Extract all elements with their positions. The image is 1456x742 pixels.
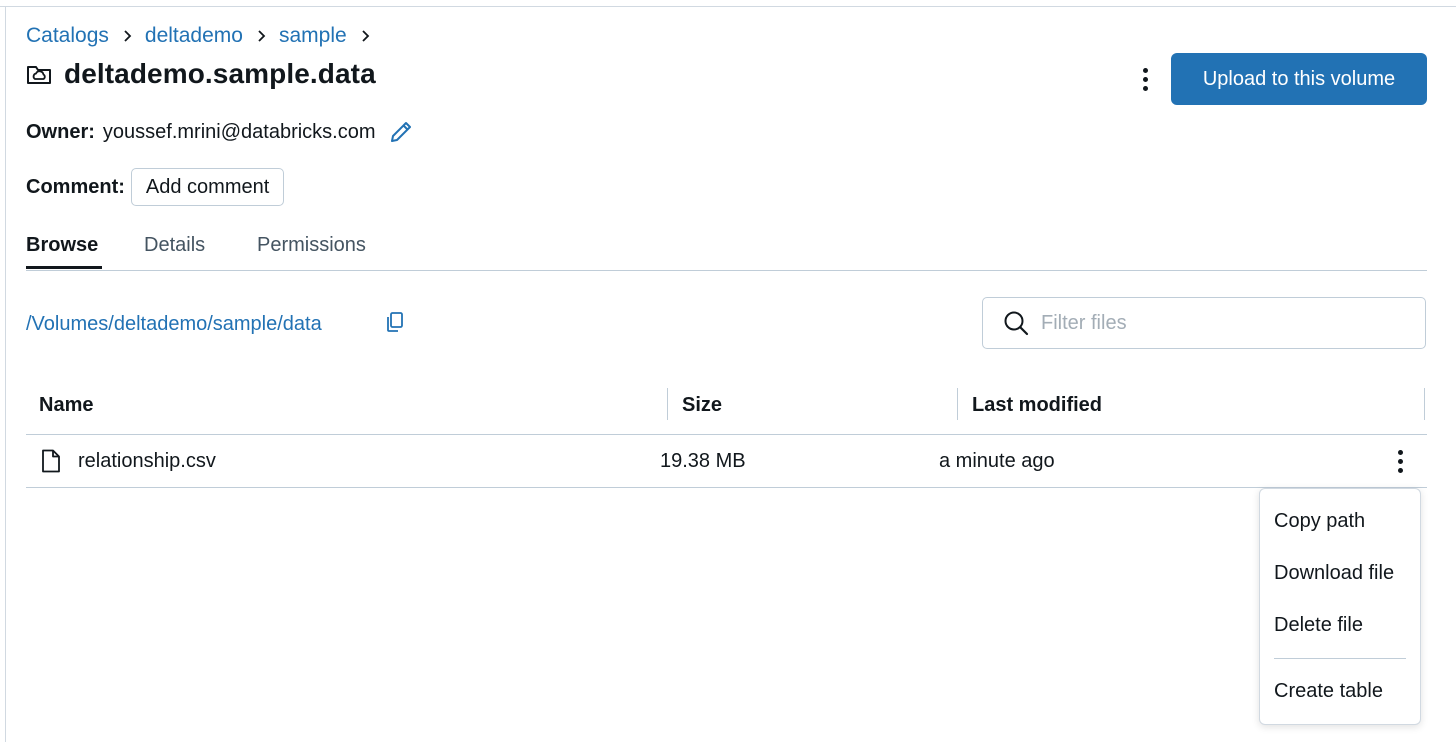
- kebab-dot: [1142, 76, 1148, 82]
- copy-icon[interactable]: [385, 311, 405, 333]
- tab-browse[interactable]: Browse: [26, 234, 98, 257]
- left-border: [5, 6, 6, 742]
- file-size: 19.38 MB: [660, 450, 746, 472]
- tab-bar: Browse Details Permissions: [26, 228, 1427, 271]
- breadcrumb: Catalogs deltademo sample: [26, 24, 383, 48]
- file-name[interactable]: relationship.csv: [78, 450, 216, 473]
- column-header-last-modified[interactable]: Last modified: [972, 394, 1102, 417]
- chevron-right-icon: [362, 30, 369, 42]
- column-resizer[interactable]: [667, 388, 668, 420]
- file-icon: [42, 449, 60, 473]
- add-comment-button[interactable]: Add comment: [130, 168, 285, 206]
- active-tab-indicator: [26, 266, 102, 269]
- table-header: Name Size Last modified: [26, 384, 1427, 435]
- comment-row: Comment: Add comment: [26, 168, 285, 206]
- kebab-dot: [1397, 467, 1403, 473]
- column-resizer[interactable]: [957, 388, 958, 420]
- owner-label: Owner:: [26, 120, 95, 143]
- kebab-dot: [1397, 449, 1403, 455]
- menu-divider: [1274, 658, 1406, 659]
- filter-files-field: [982, 297, 1426, 349]
- page-header: deltademo.sample.data: [26, 58, 376, 90]
- menu-item-delete-file[interactable]: Delete file: [1274, 614, 1363, 637]
- search-icon: [1004, 311, 1029, 336]
- owner-row: Owner: youssef.mrini@databricks.com: [26, 119, 414, 145]
- kebab-dot: [1142, 67, 1148, 73]
- comment-label: Comment:: [26, 175, 125, 198]
- tab-permissions[interactable]: Permissions: [257, 234, 366, 257]
- pencil-icon[interactable]: [388, 119, 414, 145]
- owner-value: youssef.mrini@databricks.com: [102, 120, 376, 143]
- volume-folder-icon: [27, 66, 51, 84]
- top-border: [0, 6, 1456, 7]
- menu-item-copy-path[interactable]: Copy path: [1274, 510, 1365, 533]
- row-context-menu: Copy path Download file Delete file Crea…: [1259, 488, 1421, 725]
- breadcrumb-deltademo[interactable]: deltademo: [145, 24, 243, 48]
- more-actions-button[interactable]: [1133, 64, 1157, 94]
- menu-item-create-table[interactable]: Create table: [1274, 680, 1383, 703]
- upload-button[interactable]: Upload to this volume: [1171, 53, 1427, 105]
- column-resizer[interactable]: [1424, 388, 1425, 420]
- breadcrumb-catalogs[interactable]: Catalogs: [26, 24, 109, 48]
- table-row[interactable]: relationship.csv 19.38 MB a minute ago: [26, 435, 1427, 488]
- tab-details[interactable]: Details: [144, 234, 205, 257]
- volume-path-link[interactable]: /Volumes/deltademo/sample/data: [26, 313, 322, 336]
- breadcrumb-sample[interactable]: sample: [279, 24, 347, 48]
- column-header-size[interactable]: Size: [682, 394, 722, 417]
- chevron-right-icon: [258, 30, 266, 42]
- page-title: deltademo.sample.data: [64, 58, 376, 89]
- kebab-dot: [1142, 85, 1148, 91]
- filter-files-input[interactable]: [1041, 306, 1411, 340]
- file-last-modified: a minute ago: [939, 450, 1055, 472]
- menu-item-download-file[interactable]: Download file: [1274, 562, 1394, 585]
- chevron-right-icon: [124, 30, 132, 42]
- column-header-name[interactable]: Name: [39, 394, 93, 417]
- row-actions-button[interactable]: [1390, 447, 1410, 475]
- kebab-dot: [1397, 458, 1403, 464]
